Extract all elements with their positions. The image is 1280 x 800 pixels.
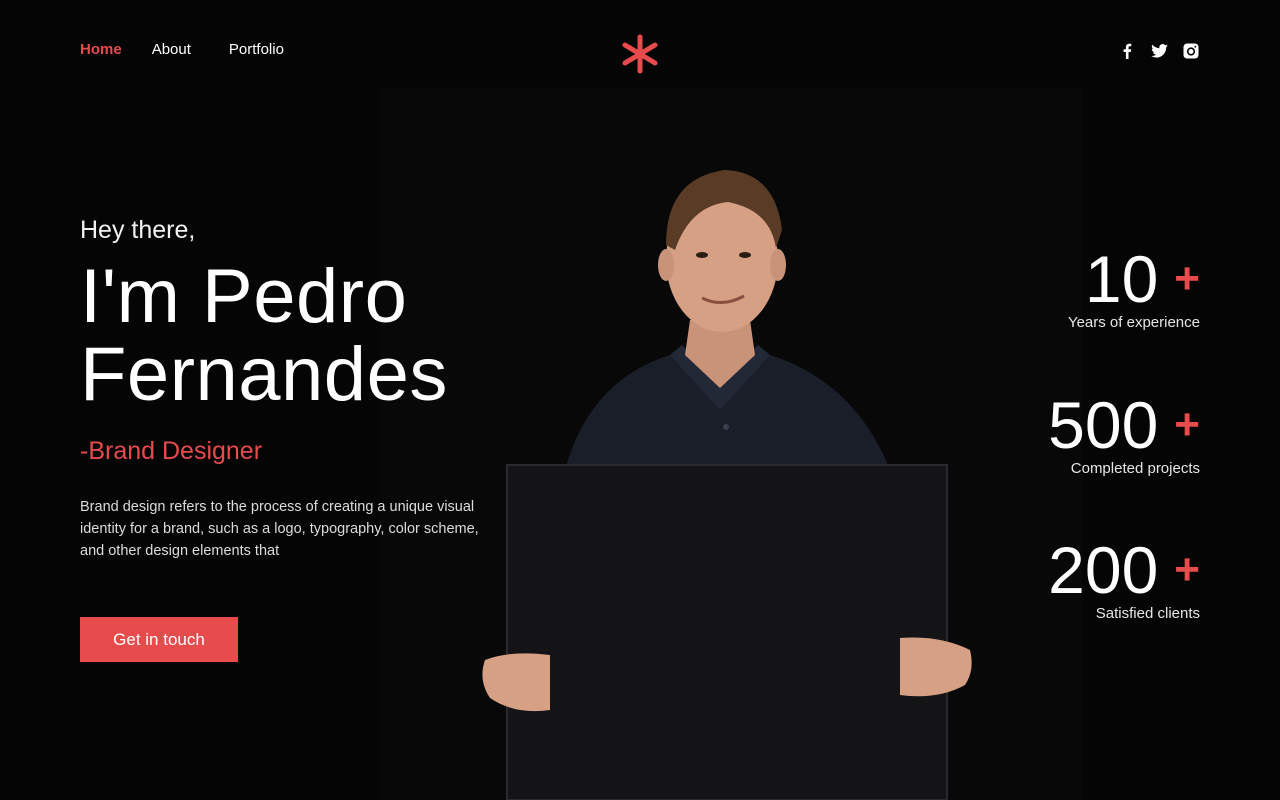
portrait-photo <box>482 170 972 800</box>
stat-clients-label: Satisfied clients <box>1095 605 1200 622</box>
plus-icon: + <box>1174 545 1200 594</box>
social-links <box>1118 42 1200 60</box>
nav-home-link[interactable]: Home <box>80 41 122 58</box>
hero-role: -Brand Designer <box>80 437 263 465</box>
plus-icon: + <box>1174 254 1200 303</box>
hero-name-line1: I'm Pedro <box>80 254 408 339</box>
asterisk-icon[interactable] <box>620 34 660 74</box>
stat-projects-label: Completed projects <box>1070 460 1200 477</box>
hero-name-line2: Fernandes <box>80 332 448 417</box>
hero-name: I'm Pedro Fernandes <box>80 258 448 414</box>
get-in-touch-button[interactable]: Get in touch <box>80 617 238 662</box>
plus-icon: + <box>1174 400 1200 449</box>
nav-portfolio-link[interactable]: Portfolio <box>229 41 284 58</box>
stat-clients: 200 + Satisfied clients <box>1048 537 1200 622</box>
main-nav: Home About Portfolio <box>80 41 284 58</box>
hero-description: Brand design refers to the process of cr… <box>80 499 479 559</box>
greeting-text: Hey there, <box>80 216 196 244</box>
stat-years-value: 10 <box>1084 242 1159 316</box>
stat-years: 10 + Years of experience <box>1068 246 1200 331</box>
stat-projects-value: 500 <box>1048 388 1159 462</box>
stat-clients-value: 200 <box>1048 533 1159 607</box>
twitter-icon[interactable] <box>1150 42 1168 60</box>
nav-about-link[interactable]: About <box>152 41 191 58</box>
stat-years-label: Years of experience <box>1067 314 1200 331</box>
stat-projects: 500 + Completed projects <box>1048 392 1200 477</box>
facebook-icon[interactable] <box>1118 42 1136 60</box>
instagram-icon[interactable] <box>1182 42 1200 60</box>
